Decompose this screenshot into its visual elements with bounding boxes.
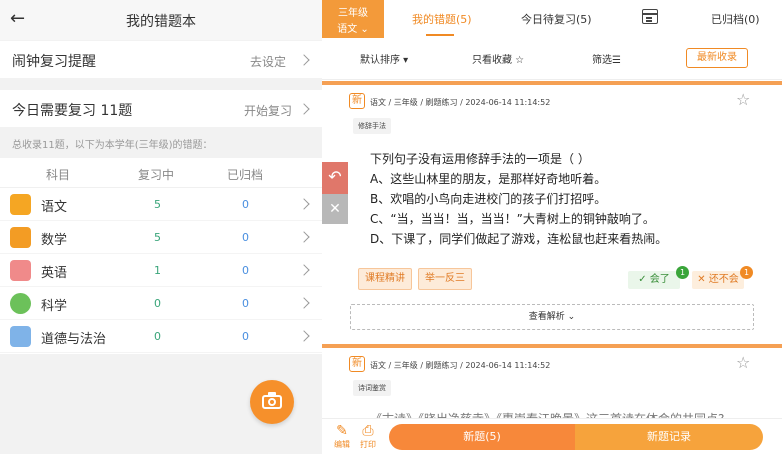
chevron-right-icon bbox=[298, 330, 310, 342]
camera-lens bbox=[268, 398, 276, 406]
new-tag: 新 bbox=[349, 93, 365, 109]
science-bulb-icon bbox=[10, 293, 31, 314]
question-meta: 语文 / 三年级 / 刷题练习 / 2024-06-14 11:14:52 bbox=[370, 361, 551, 370]
archived-count: 0 bbox=[242, 264, 249, 277]
col-reviewing: 复习中 bbox=[138, 168, 175, 182]
subject-row-english[interactable]: 英语 1 0 bbox=[0, 254, 322, 287]
active-tab-indicator bbox=[426, 34, 454, 36]
chevron-right-icon bbox=[298, 198, 310, 210]
subject-row-chinese[interactable]: 语文 5 0 bbox=[0, 188, 322, 221]
tab-archived[interactable]: 已归档(0) bbox=[711, 11, 760, 27]
chevron-right-icon bbox=[298, 231, 310, 243]
calendar-icon[interactable] bbox=[642, 9, 658, 24]
star-icon[interactable]: ☆ bbox=[736, 353, 750, 372]
option-b: B、欢唱的小鸟向走进校门的孩子们打招呼。 bbox=[370, 192, 607, 206]
edit-label: 编辑 bbox=[334, 440, 350, 449]
undo-icon[interactable]: ↶ bbox=[322, 162, 348, 194]
knowledge-tag: 诗词鉴赏 bbox=[353, 380, 391, 396]
reviewing-count: 5 bbox=[154, 231, 161, 244]
reviewing-count: 0 bbox=[154, 330, 161, 343]
close-icon[interactable]: ✕ bbox=[322, 194, 348, 224]
view-analysis-button[interactable]: 查看解析 ⌄ bbox=[350, 304, 754, 330]
option-c: C、“当，当当！当，当当！”大青树上的铜钟敲响了。 bbox=[370, 212, 655, 226]
subject-table: 科目 复习中 已归档 语文 5 0 数学 5 0 英语 1 0 科学 0 0 道… bbox=[0, 158, 322, 354]
chinese-book-icon bbox=[10, 194, 31, 215]
bottom-bar: ✎ 编辑 ⎙ 打印 新题(5) 新题记录 bbox=[322, 418, 782, 454]
archived-count: 0 bbox=[242, 297, 249, 310]
archived-count: 0 bbox=[242, 231, 249, 244]
english-abc-icon bbox=[10, 260, 31, 281]
dont-know-button[interactable]: ✕ 还不会 bbox=[692, 271, 744, 289]
grade-subject-selector[interactable]: 三年级 语文 ⌄ bbox=[322, 0, 384, 38]
today-review-row[interactable]: 今日需要复习 11题 开始复习 bbox=[0, 90, 322, 127]
reviewing-count: 0 bbox=[154, 297, 161, 310]
col-subject: 科目 bbox=[46, 168, 71, 182]
tab-today-review[interactable]: 今日待复习(5) bbox=[521, 11, 592, 27]
know-button[interactable]: ✓ 会了 bbox=[628, 271, 680, 289]
today-review-label: 今日需要复习 11题 bbox=[12, 103, 133, 119]
table-header: 科目 复习中 已归档 bbox=[0, 158, 322, 188]
tab-my-errors[interactable]: 我的错题(5) bbox=[412, 11, 472, 27]
subject-name: 数学 bbox=[41, 233, 68, 248]
chevron-right-icon bbox=[298, 264, 310, 276]
page-title: 我的错题本 bbox=[126, 14, 196, 30]
sort-dropdown[interactable]: 默认排序 ▾ bbox=[360, 51, 408, 66]
subject-row-science[interactable]: 科学 0 0 bbox=[0, 287, 322, 320]
alarm-label: 闹钟复习提醒 bbox=[12, 54, 96, 70]
left-header: ← 我的错题本 bbox=[0, 0, 322, 40]
chevron-right-icon bbox=[298, 103, 310, 115]
morality-icon bbox=[10, 326, 31, 347]
edit-icon: ✎ bbox=[336, 423, 348, 439]
question-panel: 三年级 语文 ⌄ 我的错题(5) 今日待复习(5) 已归档(0) 默认排序 ▾ … bbox=[322, 0, 782, 454]
knowledge-tag: 修辞手法 bbox=[353, 118, 391, 134]
grade-label: 三年级 bbox=[338, 8, 368, 19]
reviewing-count: 1 bbox=[154, 264, 161, 277]
edit-button[interactable]: ✎ 编辑 bbox=[330, 423, 354, 450]
subject-label: 语文 ⌄ bbox=[337, 24, 369, 35]
course-lecture-chip[interactable]: 课程精讲 bbox=[358, 268, 412, 290]
section-divider bbox=[322, 344, 782, 348]
subject-name: 语文 bbox=[41, 200, 68, 215]
side-actions: ↶ ✕ bbox=[322, 162, 348, 224]
print-label: 打印 bbox=[360, 440, 376, 449]
reviewing-count: 5 bbox=[154, 198, 161, 211]
dont-know-count-badge: 1 bbox=[740, 266, 753, 279]
subject-name: 科学 bbox=[41, 299, 68, 314]
option-d: D、下课了，同学们做起了游戏，连松鼠也赶来看热闹。 bbox=[370, 232, 668, 246]
math-icon bbox=[10, 227, 31, 248]
alarm-review-reminder[interactable]: 闹钟复习提醒 去设定 bbox=[0, 41, 322, 78]
collection-note: 总收录11题，以下为本学年(三年级)的错题： bbox=[12, 140, 213, 151]
new-questions-button[interactable]: 新题(5) bbox=[389, 424, 575, 450]
star-icon[interactable]: ☆ bbox=[736, 90, 750, 109]
archived-count: 0 bbox=[242, 198, 249, 211]
error-book-panel: ← 我的错题本 闹钟复习提醒 去设定 今日需要复习 11题 开始复习 总收录11… bbox=[0, 0, 322, 454]
subject-name: 英语 bbox=[41, 266, 68, 281]
latest-button[interactable]: 最新收录 bbox=[686, 48, 748, 68]
subject-row-morality[interactable]: 道德与法治 0 0 bbox=[0, 320, 322, 353]
chevron-right-icon bbox=[298, 54, 310, 66]
question-meta: 语文 / 三年级 / 刷题练习 / 2024-06-14 11:14:52 bbox=[370, 98, 551, 107]
favorites-filter[interactable]: 只看收藏 ☆ bbox=[472, 51, 524, 66]
new-questions-record-button[interactable]: 新题记录 bbox=[575, 424, 763, 450]
tab-bar: 三年级 语文 ⌄ 我的错题(5) 今日待复习(5) 已归档(0) bbox=[322, 0, 782, 38]
option-a: A、这些山林里的朋友，是那样好奇地听着。 bbox=[370, 172, 607, 186]
practice-chip[interactable]: 举一反三 bbox=[418, 268, 472, 290]
archived-count: 0 bbox=[242, 330, 249, 343]
new-tag: 新 bbox=[349, 356, 365, 372]
know-count-badge: 1 bbox=[676, 266, 689, 279]
printer-icon: ⎙ bbox=[362, 423, 374, 439]
question-stem: 下列句子没有运用修辞手法的一项是（ ） bbox=[370, 152, 590, 166]
col-archived: 已归档 bbox=[227, 168, 264, 182]
start-review-link[interactable]: 开始复习 bbox=[244, 102, 292, 119]
subject-name: 道德与法治 bbox=[41, 332, 107, 347]
camera-button[interactable] bbox=[250, 380, 294, 424]
chevron-right-icon bbox=[298, 297, 310, 309]
filter-bar: 默认排序 ▾ 只看收藏 ☆ 筛选☰ 最新收录 bbox=[322, 38, 782, 80]
filter-button[interactable]: 筛选☰ bbox=[592, 51, 621, 66]
subject-row-math[interactable]: 数学 5 0 bbox=[0, 221, 322, 254]
print-button[interactable]: ⎙ 打印 bbox=[356, 423, 380, 450]
go-set-link[interactable]: 去设定 bbox=[250, 53, 286, 70]
